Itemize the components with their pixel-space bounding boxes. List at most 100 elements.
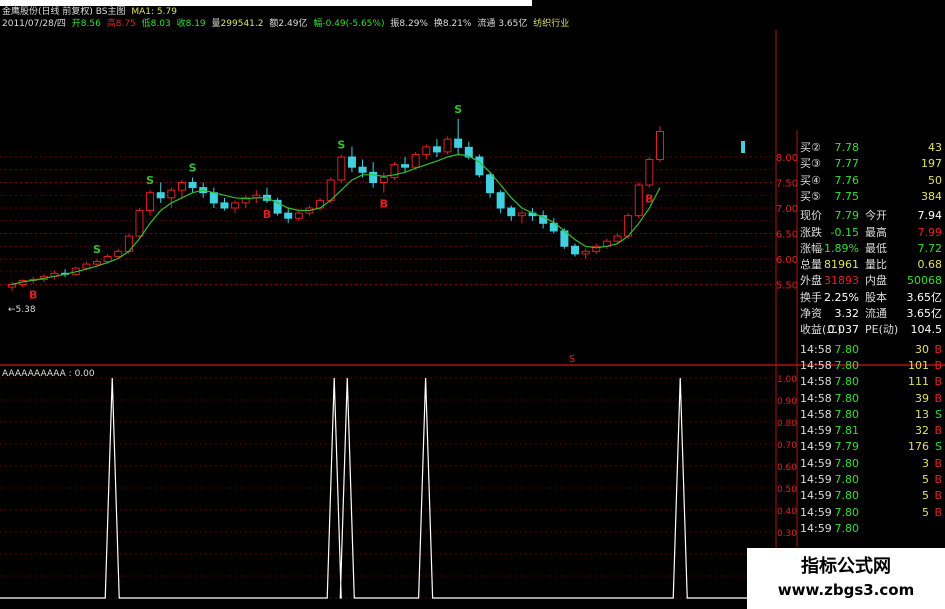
trade-tick-row: 14:58 7.80 111 B — [798, 374, 945, 390]
sell-marker: S — [93, 243, 101, 256]
stat-value: -1.89% — [820, 241, 859, 255]
bid-volume: 384 — [921, 189, 942, 203]
stat-row: 换手 2.25% 股本 3.65亿 — [798, 290, 945, 306]
trade-tick-row: 14:59 7.79 176 S — [798, 439, 945, 455]
tick-time: 14:59 — [800, 473, 832, 486]
tick-side: S — [935, 407, 942, 421]
tick-side: B — [934, 358, 942, 372]
stat-value-2: 3.65亿 — [906, 307, 943, 320]
candle-body — [411, 153, 420, 168]
volume-value: 299541.2 — [220, 19, 264, 29]
low-arrow-icon: ← — [8, 305, 16, 315]
candle-body — [114, 250, 123, 257]
stat-label: 涨幅 — [800, 241, 822, 255]
sub-tick-label: 1.00 — [777, 375, 797, 385]
stat-row: 外盘 31893 内盘 50068 — [798, 273, 945, 289]
candle-body — [656, 131, 664, 161]
stat-row: 总量 81961 量比 0.68 — [798, 257, 945, 273]
sub-tick-label: 0.60 — [777, 463, 797, 473]
candle-body — [475, 156, 484, 176]
tick-price: 7.80 — [834, 342, 860, 356]
stat-value: 7.79 — [834, 209, 860, 223]
candle-body — [188, 182, 197, 189]
stat-value: 3.32 — [834, 307, 860, 320]
stat-label-2: 最高 — [865, 225, 887, 239]
close-value: 8.19 — [185, 19, 206, 29]
candle-body — [496, 192, 505, 209]
sub-tick-label: 0.80 — [777, 419, 797, 429]
tick-side: S — [935, 440, 942, 454]
stat-value: 2.25% — [824, 290, 859, 304]
candle-body — [486, 174, 495, 194]
trade-tick-row: 14:58 7.80 39 B — [798, 391, 945, 407]
bid-row: 买④ 7.76 50 — [798, 173, 945, 189]
tick-time: 14:59 — [800, 521, 832, 535]
turnover-value: 8.21% — [442, 19, 472, 29]
low-value: 8.03 — [150, 19, 171, 29]
candle-body — [294, 212, 303, 219]
price-tick-label: 6.50 — [776, 230, 798, 241]
tick-time: 14:59 — [800, 440, 832, 454]
trade-tick-row: 14:59 7.80 3 B — [798, 456, 945, 472]
stat-value: 31893 — [824, 274, 859, 288]
trade-tick-row: 14:59 7.80 — [798, 521, 945, 537]
candle-body — [401, 164, 410, 168]
tick-time: 14:59 — [800, 456, 832, 470]
volume-label: 量 — [211, 19, 221, 29]
tick-side: B — [934, 473, 942, 486]
stat-label-2: 量比 — [865, 258, 887, 272]
tick-price: 7.80 — [834, 489, 860, 503]
bid-row: 买② 7.78 43 — [798, 140, 945, 156]
tick-side: B — [934, 342, 942, 356]
bid-row: 买⑤ 7.75 384 — [798, 189, 945, 205]
open-value: 8.56 — [80, 19, 101, 29]
watermark-url: www.zbgs3.com — [777, 581, 915, 599]
stat-label-2: 流通 — [865, 307, 887, 320]
tick-side: B — [934, 424, 942, 438]
candle-body — [135, 210, 144, 237]
tick-time: 14:59 — [800, 424, 832, 438]
tick-price: 7.80 — [834, 358, 860, 372]
trade-tick-row: 14:58 7.80 13 S — [798, 407, 945, 423]
bid-label: 买④ — [800, 173, 821, 187]
watermark-title: 指标公式网 — [801, 556, 891, 577]
candle-body — [220, 202, 229, 209]
tick-side: B — [934, 489, 942, 503]
tick-time: 14:58 — [800, 391, 832, 405]
candle-body — [156, 192, 165, 199]
stat-row: 收益(二) 0.037 PE(动) 104.5 — [798, 322, 945, 338]
bid-price: 7.77 — [834, 157, 860, 171]
price-tick-label: 6.00 — [776, 255, 798, 266]
bid-price: 7.78 — [834, 141, 860, 154]
sub-tick-label: 0.70 — [777, 441, 797, 451]
tick-price: 7.80 — [834, 521, 860, 535]
stat-value-2: 104.5 — [910, 323, 943, 337]
low-label: 低 — [141, 19, 151, 29]
stat-value-2: 7.94 — [917, 209, 943, 223]
tick-time: 14:59 — [800, 489, 832, 503]
stat-value-2: 50068 — [907, 274, 942, 288]
candle-body — [432, 146, 441, 153]
candle-body — [379, 176, 388, 183]
candle-body — [571, 245, 580, 255]
sub-tick-label: 0.90 — [777, 397, 797, 407]
candle-body — [231, 202, 240, 209]
tick-volume: 5 — [922, 489, 929, 503]
tick-time: 14:58 — [800, 358, 832, 372]
stat-label-2: 股本 — [865, 290, 887, 304]
candle-body — [454, 138, 463, 148]
bid-label: 买② — [800, 141, 821, 154]
ohlc-info-row: 2011/07/28/四 开8.56 高8.75 低8.03 收8.19 量29… — [2, 19, 572, 29]
stat-value-2: 7.99 — [917, 225, 943, 239]
stat-label: 总量 — [800, 258, 822, 272]
sub-bottom-marker: S — [569, 354, 575, 365]
ma-label: MA1: 5.79 — [131, 7, 177, 17]
buy-marker: B — [263, 208, 271, 221]
sub-tick-label: 0.30 — [777, 529, 797, 539]
stat-label: 现价 — [800, 209, 822, 223]
tick-side: B — [934, 456, 942, 470]
change-label: 幅 — [313, 19, 323, 29]
stat-label: 外盘 — [800, 274, 822, 288]
bid-price: 7.75 — [834, 189, 860, 203]
float-label: 流通 — [477, 19, 496, 29]
